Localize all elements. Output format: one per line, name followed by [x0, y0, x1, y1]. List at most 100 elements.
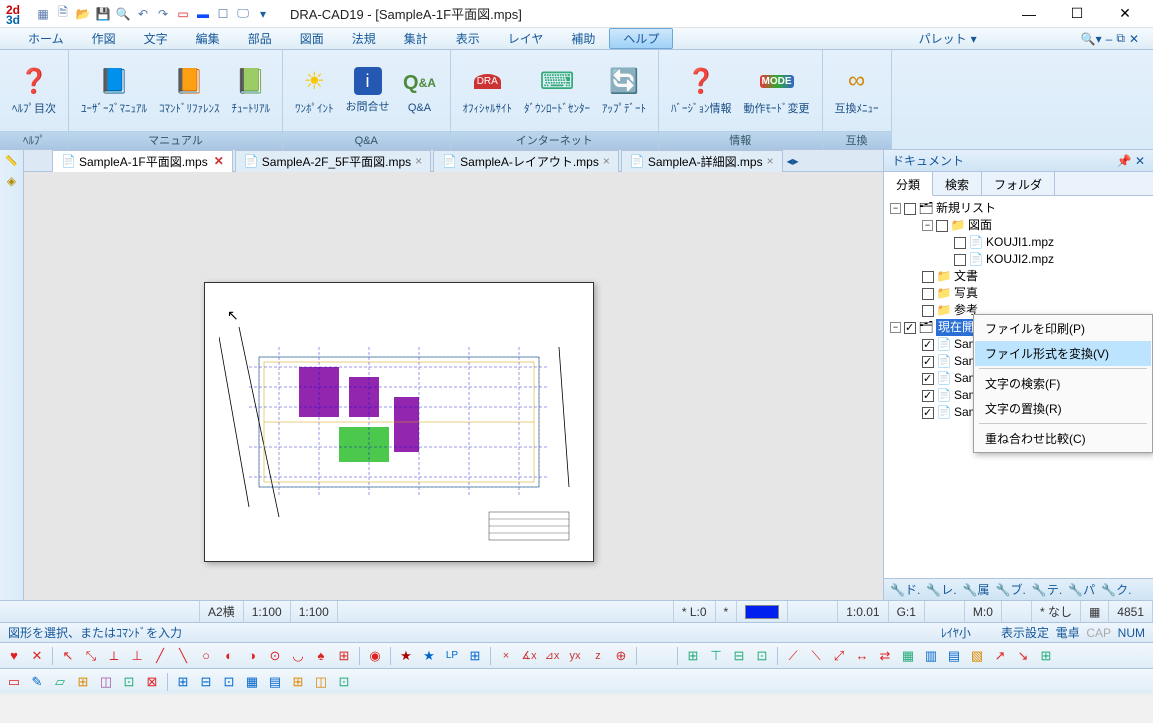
tool-icon[interactable]: ╱ — [150, 646, 170, 666]
status-tile[interactable]: ▦ — [1081, 601, 1109, 622]
monitor-icon[interactable]: 🖵 — [234, 5, 252, 23]
status-layer[interactable]: * L:0 — [674, 601, 716, 622]
tool-icon[interactable]: ⟂ — [104, 646, 124, 666]
tool-icon[interactable]: ⊞ — [73, 672, 93, 692]
tool-icon[interactable]: ★ — [396, 646, 416, 666]
compat-menu-button[interactable]: ∞互換ﾒﾆｭｰ — [829, 61, 885, 120]
collapse-icon[interactable]: − — [890, 322, 901, 333]
bottom-tab[interactable]: 🔧ド. — [890, 581, 920, 598]
menu-help[interactable]: ヘルプ — [609, 28, 673, 49]
collapse-icon[interactable]: − — [922, 220, 933, 231]
tool-icon[interactable]: ⊕ — [611, 646, 631, 666]
users-manual-button[interactable]: 📘ﾕｰｻﾞｰｽﾞﾏﾆｭｱﾙ — [75, 61, 153, 120]
menu-sheet[interactable]: 図面 — [286, 28, 338, 49]
mdi-restore-icon[interactable]: ⧉ — [1116, 31, 1125, 46]
menu-edit[interactable]: 編集 — [182, 28, 234, 49]
tool-icon[interactable]: ⊠ — [142, 672, 162, 692]
palette-button[interactable]: パレット — [919, 30, 967, 47]
checkbox[interactable] — [922, 373, 934, 385]
status-star[interactable]: * — [716, 601, 738, 622]
checkbox[interactable] — [904, 322, 916, 334]
palette-dropdown-icon[interactable]: ▾ — [971, 32, 977, 46]
tool-icon[interactable]: ◐ — [219, 646, 239, 666]
find-icon[interactable]: 🔍 — [114, 5, 132, 23]
tool-icon[interactable]: ⊞ — [288, 672, 308, 692]
menu-regulation[interactable]: 法規 — [338, 28, 390, 49]
checkbox[interactable] — [922, 288, 934, 300]
bottom-tab[interactable]: 🔧テ. — [1032, 581, 1062, 598]
status-none[interactable]: * なし — [1032, 601, 1081, 622]
panel-tab-folder[interactable]: フォルダ — [982, 172, 1055, 195]
tool-icon[interactable]: ↗ — [990, 646, 1010, 666]
status-scale1[interactable]: 1:100 — [244, 601, 291, 622]
cm-find[interactable]: 文字の検索(F) — [975, 371, 1151, 396]
tool-icon[interactable]: ↖ — [58, 646, 78, 666]
close-tab-icon[interactable]: × — [603, 154, 610, 168]
checkbox[interactable] — [922, 305, 934, 317]
checkbox[interactable] — [922, 356, 934, 368]
menu-aux[interactable]: 補助 — [557, 28, 609, 49]
tool-icon[interactable]: ▧ — [967, 646, 987, 666]
version-info-button[interactable]: ❓ﾊﾞｰｼﾞｮﾝ情報 — [665, 61, 738, 120]
bottom-tab[interactable]: 🔧属 — [963, 581, 990, 598]
tool-icon[interactable]: ⊤ — [706, 646, 726, 666]
panel-tab-category[interactable]: 分類 — [884, 172, 933, 196]
tool-icon[interactable]: ⟍ — [806, 646, 826, 666]
tool-icon[interactable]: ★ — [419, 646, 439, 666]
bottom-tab[interactable]: 🔧ク. — [1101, 581, 1131, 598]
tool-icon[interactable]: ↘ — [1013, 646, 1033, 666]
find-mini-icon[interactable]: 🔍▾ — [1081, 32, 1102, 46]
status-count[interactable]: 4851 — [1109, 601, 1153, 622]
tool-icon[interactable]: ♥ — [4, 646, 24, 666]
tool-icon[interactable]: ▥ — [921, 646, 941, 666]
tool-text[interactable]: × — [496, 646, 516, 666]
cm-convert[interactable]: ファイル形式を変換(V) — [975, 341, 1151, 366]
panel-close-icon[interactable]: ✕ — [1135, 154, 1145, 168]
tool-icon[interactable]: ⊡ — [219, 672, 239, 692]
screen-icon[interactable]: ▬ — [194, 5, 212, 23]
new-icon[interactable]: 🗎 — [54, 5, 72, 23]
tutorial-button[interactable]: 📗ﾁｭｰﾄﾘｱﾙ — [226, 61, 277, 120]
layer-small[interactable]: ﾚｲﾔ小 — [941, 626, 971, 640]
tool-text[interactable]: LP — [442, 646, 462, 666]
menu-parts[interactable]: 部品 — [234, 28, 286, 49]
onepoint-button[interactable]: ☀ﾜﾝﾎﾟｲﾝﾄ — [289, 61, 340, 120]
tool-icon[interactable]: ⊥ — [127, 646, 147, 666]
status-color[interactable] — [737, 601, 788, 622]
tool-icon[interactable]: ⇄ — [875, 646, 895, 666]
tool-icon[interactable]: ▱ — [50, 672, 70, 692]
cm-overlay[interactable]: 重ね合わせ比較(C) — [975, 426, 1151, 451]
menu-text[interactable]: 文字 — [130, 28, 182, 49]
dropdown-icon[interactable]: ▾ — [254, 5, 272, 23]
doc-tab[interactable]: 📄SampleA-1F平面図.mps✕ — [52, 150, 233, 172]
tool-icon[interactable]: ▦ — [898, 646, 918, 666]
tool-icon[interactable]: ◉ — [365, 646, 385, 666]
tool-icon[interactable]: ⊞ — [465, 646, 485, 666]
qa-button[interactable]: Q&AQ&A — [396, 63, 444, 118]
qat-icon[interactable]: ▦ — [34, 5, 52, 23]
tool-icon[interactable]: ⊞ — [1036, 646, 1056, 666]
tool-text[interactable]: yx — [565, 646, 585, 666]
undo-icon[interactable]: ↶ — [134, 5, 152, 23]
bottom-tab[interactable]: 🔧ブ. — [996, 581, 1026, 598]
tool-icon[interactable]: ↔ — [852, 646, 872, 666]
doc-tab[interactable]: 📄SampleA-2F_5F平面図.mps× — [235, 150, 431, 172]
panel-tab-search[interactable]: 検索 — [933, 172, 982, 195]
tool-text[interactable]: ∡x — [519, 646, 539, 666]
tool-text[interactable]: ⊿x — [542, 646, 562, 666]
menu-draw[interactable]: 作図 — [78, 28, 130, 49]
checkbox[interactable] — [954, 254, 966, 266]
inquiry-button[interactable]: iお問合せ — [340, 63, 396, 118]
tool-icon[interactable]: ◑ — [242, 646, 262, 666]
redo-icon[interactable]: ↷ — [154, 5, 172, 23]
tool-icon[interactable]: ⊞ — [683, 646, 703, 666]
tab-scroll-right-icon[interactable]: ▸ — [793, 154, 799, 168]
tool-icon[interactable]: ╲ — [173, 646, 193, 666]
status-ratio[interactable]: 1:0.01 — [838, 601, 888, 622]
tool-icon[interactable]: ⊟ — [729, 646, 749, 666]
tool-icon[interactable]: ⤢ — [829, 646, 849, 666]
menu-home[interactable]: ホーム — [14, 28, 78, 49]
canvas[interactable]: ↖ — [24, 172, 883, 600]
tool-icon[interactable]: ✎ — [27, 672, 47, 692]
window-icon[interactable]: ☐ — [214, 5, 232, 23]
